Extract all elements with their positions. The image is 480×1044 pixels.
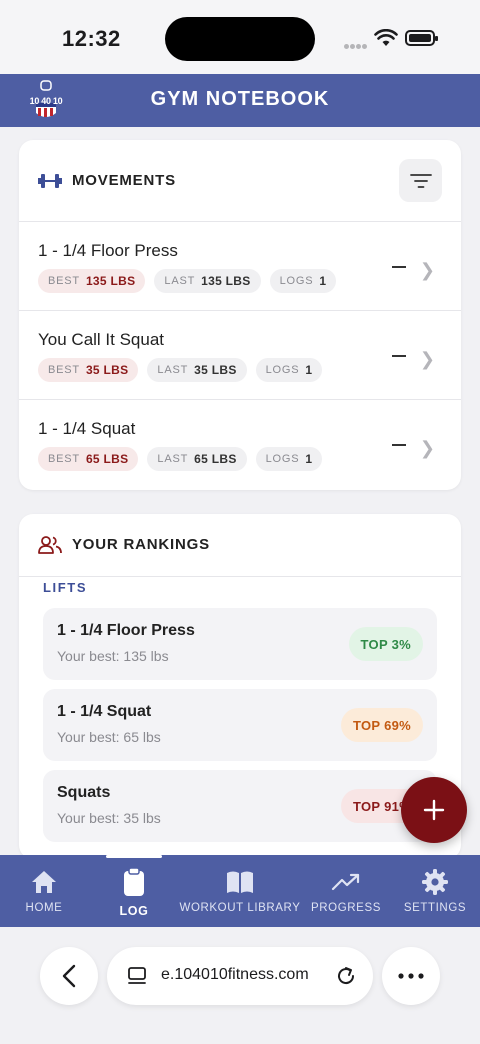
dynamic-island — [165, 17, 315, 61]
chevron-right-icon: ❯ — [419, 260, 435, 280]
ranking-best: Your best: 135 lbs — [57, 648, 169, 664]
ranking-item[interactable]: 1 - 1/4 Floor Press Your best: 135 lbs T… — [43, 608, 437, 680]
ranking-name: 1 - 1/4 Squat — [57, 703, 152, 720]
movement-row[interactable]: 1 - 1/4 Floor Press BEST 135 LBS LAST 135 … — [19, 222, 461, 311]
ranking-best: Your best: 65 lbs — [57, 729, 161, 745]
browser-toolbar: e.104010fitness.com — [0, 927, 480, 1044]
nav-label: HOME — [25, 902, 63, 914]
logs-label: LOGS — [279, 275, 314, 287]
last-label: LAST — [164, 275, 196, 287]
best-value: 35 LBS — [85, 363, 129, 377]
battery-icon — [405, 30, 438, 46]
last-label: LAST — [157, 453, 189, 465]
logs-chip: LOGS 1 — [269, 269, 337, 293]
nav-label: PROGRESS — [311, 902, 381, 914]
logs-label: LOGS — [265, 364, 300, 376]
home-icon — [32, 871, 56, 893]
trend-dash-icon — [392, 444, 406, 446]
last-label: LAST — [157, 364, 189, 376]
status-time: 12:32 — [62, 26, 121, 51]
trend-icon — [331, 873, 360, 891]
movement-name: You Call It Squat — [38, 330, 165, 349]
trend-dash-icon — [392, 266, 406, 268]
best-value: 65 LBS — [85, 452, 129, 466]
logs-value: 1 — [319, 274, 327, 288]
lifts-section-label: LIFTS — [43, 580, 88, 595]
app-title: GYM NOTEBOOK — [150, 88, 330, 110]
logs-value: 1 — [305, 452, 313, 466]
url-text: e.104010fitness.com — [161, 966, 309, 983]
filter-icon — [409, 173, 432, 188]
active-tab-indicator — [106, 855, 162, 858]
clipboard-icon — [124, 867, 144, 896]
back-button[interactable] — [40, 947, 98, 1005]
reload-icon[interactable] — [335, 965, 357, 987]
trend-dash-icon — [392, 355, 406, 357]
movements-title: MOVEMENTS — [72, 172, 176, 189]
status-bar: 12:32 — [0, 0, 480, 74]
movement-row[interactable]: 1 - 1/4 Squat BEST 65 LBS LAST 65 LBS LOGS… — [19, 400, 461, 489]
best-label: BEST — [48, 364, 80, 376]
last-chip: LAST 35 LBS — [147, 358, 247, 382]
logs-chip: LOGS 1 — [255, 447, 323, 471]
nav-label: WORKOUT LIBRARY — [179, 902, 301, 914]
ranking-item[interactable]: Squats Your best: 35 lbs TOP 91% — [43, 770, 437, 842]
bottom-nav: HOME LOG WORKOUT LIBRARY PROGRESS SETTIN… — [0, 855, 480, 927]
best-chip: BEST 135 LBS — [38, 269, 146, 293]
best-label: BEST — [48, 275, 80, 287]
add-log-button[interactable] — [401, 777, 467, 843]
ranking-name: Squats — [57, 784, 111, 801]
rankings-title: YOUR RANKINGS — [72, 536, 210, 553]
more-button[interactable] — [382, 947, 440, 1005]
ranking-item[interactable]: 1 - 1/4 Squat Your best: 65 lbs TOP 69% — [43, 689, 437, 761]
logs-value: 1 — [305, 363, 313, 377]
rankings-card: YOUR RANKINGS LIFTS 1 - 1/4 Floor Press … — [19, 514, 461, 859]
book-icon — [227, 871, 253, 893]
wifi-icon — [374, 29, 398, 46]
nav-log[interactable]: LOG — [104, 855, 164, 927]
rank-badge: TOP 3% — [348, 627, 423, 661]
nav-workout-library[interactable]: WORKOUT LIBRARY — [179, 855, 301, 927]
more-icon — [398, 973, 424, 979]
chevron-right-icon: ❯ — [419, 349, 435, 369]
logs-label: LOGS — [265, 453, 300, 465]
nav-label: LOG — [119, 904, 149, 918]
app-header: 10 40 10 GYM NOTEBOOK — [0, 74, 480, 127]
ranking-name: 1 - 1/4 Floor Press — [57, 622, 195, 639]
ranking-best: Your best: 35 lbs — [57, 810, 161, 826]
gear-icon — [422, 869, 448, 895]
nav-home[interactable]: HOME — [14, 855, 74, 927]
movement-name: 1 - 1/4 Squat — [38, 419, 136, 438]
rankings-header: YOUR RANKINGS — [19, 514, 461, 577]
last-value: 135 LBS — [201, 274, 251, 288]
best-label: BEST — [48, 453, 80, 465]
dumbbell-icon — [38, 174, 62, 188]
chevron-right-icon: ❯ — [419, 438, 435, 458]
filter-button[interactable] — [399, 159, 442, 202]
rank-badge: TOP 69% — [341, 708, 423, 742]
plus-icon — [423, 799, 445, 821]
movements-card: MOVEMENTS 1 - 1/4 Floor Press BEST 135 LB… — [19, 140, 461, 490]
users-icon — [38, 536, 62, 554]
signal-icon — [344, 36, 368, 54]
movement-row[interactable]: You Call It Squat BEST 35 LBS LAST 35 LBS … — [19, 311, 461, 400]
chevron-left-icon — [62, 964, 76, 988]
last-chip: LAST 135 LBS — [154, 269, 261, 293]
page-menu-icon — [128, 967, 146, 984]
nav-settings[interactable]: SETTINGS — [400, 855, 470, 927]
nav-label: SETTINGS — [403, 902, 467, 914]
address-bar[interactable]: e.104010fitness.com — [107, 947, 373, 1005]
nav-progress[interactable]: PROGRESS — [310, 855, 382, 927]
movements-header: MOVEMENTS — [19, 140, 461, 222]
last-value: 65 LBS — [194, 452, 237, 466]
last-value: 35 LBS — [194, 363, 237, 377]
best-chip: BEST 65 LBS — [38, 447, 139, 471]
last-chip: LAST 65 LBS — [147, 447, 247, 471]
movement-name: 1 - 1/4 Floor Press — [38, 241, 178, 260]
best-value: 135 LBS — [85, 274, 136, 288]
logs-chip: LOGS 1 — [255, 358, 323, 382]
best-chip: BEST 35 LBS — [38, 358, 139, 382]
